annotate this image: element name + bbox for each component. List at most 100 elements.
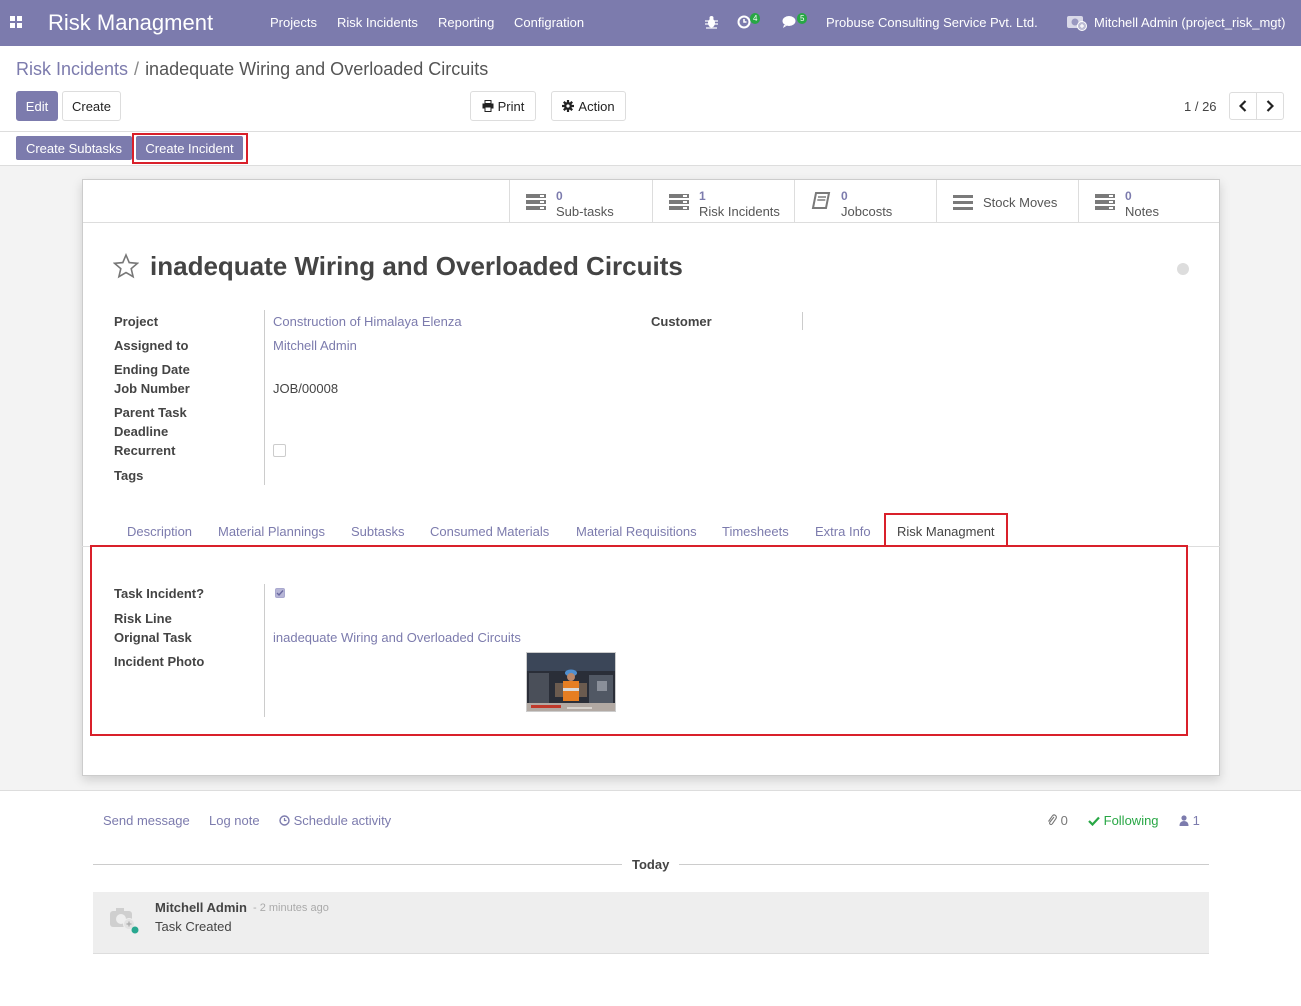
menu-risk-incidents[interactable]: Risk Incidents — [337, 15, 418, 30]
book-icon — [811, 192, 831, 209]
user-menu[interactable]: Mitchell Admin (project_risk_mgt) — [1094, 15, 1285, 30]
schedule-activity-link[interactable]: Schedule activity — [279, 813, 391, 828]
chatter-message: Mitchell Admin - 2 minutes ago Task Crea… — [93, 892, 1209, 954]
tab-subtasks[interactable]: Subtasks — [351, 524, 404, 539]
messages-badge: 5 — [797, 13, 808, 24]
send-message-link[interactable]: Send message — [103, 813, 190, 828]
author-avatar-icon — [110, 908, 139, 934]
field-label-ending-date: Ending Date — [114, 362, 190, 377]
stack-icon — [669, 194, 689, 210]
message-author[interactable]: Mitchell Admin — [155, 900, 247, 915]
highlight-risk-tab — [884, 513, 1008, 547]
menu-projects[interactable]: Projects — [270, 15, 317, 30]
smart-button-risk-incidents[interactable]: 1 Risk Incidents — [652, 180, 794, 223]
record-title: inadequate Wiring and Overloaded Circuit… — [150, 251, 683, 281]
field-label-assigned-to: Assigned to — [114, 338, 189, 353]
check-icon — [1088, 816, 1100, 827]
divider — [0, 131, 1301, 132]
following-button[interactable]: Following — [1088, 813, 1159, 828]
date-separator-line — [679, 864, 1209, 865]
highlight-create-incident — [132, 133, 248, 164]
smart-count: 0 — [841, 189, 848, 203]
activity-badge: 4 — [750, 13, 761, 24]
create-button[interactable]: Create — [62, 91, 121, 121]
breadcrumb-parent[interactable]: Risk Incidents — [16, 59, 128, 79]
pager-next-button[interactable] — [1256, 92, 1284, 120]
messages-icon[interactable] — [782, 15, 798, 29]
followers-button[interactable]: 1 — [1179, 813, 1200, 828]
message-body: Task Created — [155, 919, 232, 934]
field-job-number: JOB/00008 — [273, 381, 339, 396]
divider — [0, 790, 1301, 791]
smart-label: Sub-tasks — [556, 204, 614, 219]
field-label-tags: Tags — [114, 468, 144, 483]
smart-label: Stock Moves — [983, 195, 1058, 210]
smart-count: 0 — [1125, 189, 1132, 203]
pager-counter[interactable]: 1 / 26 — [1184, 99, 1217, 114]
stack-icon — [526, 194, 546, 210]
smart-label: Risk Incidents — [699, 204, 780, 219]
smart-count: 0 — [556, 189, 563, 203]
field-label-deadline: Deadline — [114, 424, 169, 439]
print-button[interactable]: Print — [470, 91, 536, 121]
smart-count: 1 — [699, 189, 706, 203]
action-button[interactable]: Action — [551, 91, 626, 121]
log-note-link[interactable]: Log note — [209, 813, 260, 828]
menu-reporting[interactable]: Reporting — [438, 15, 494, 30]
field-label-customer: Customer — [651, 314, 712, 329]
breadcrumb-current: inadequate Wiring and Overloaded Circuit… — [145, 59, 489, 79]
smart-buttons-row: 0 Sub-tasks 1 Risk Incidents 0 Jobcosts — [83, 180, 1219, 223]
menu-configration[interactable]: Configration — [514, 15, 584, 30]
kanban-state-dot[interactable] — [1177, 263, 1189, 275]
star-icon[interactable] — [113, 253, 139, 279]
tab-consumed-materials[interactable]: Consumed Materials — [430, 524, 549, 539]
smart-label: Notes — [1125, 204, 1159, 219]
message-time: - 2 minutes ago — [253, 902, 329, 914]
followers-number: 1 — [1192, 813, 1200, 828]
smart-button-stock-moves[interactable]: Stock Moves — [936, 180, 1078, 223]
create-subtasks-button[interactable]: Create Subtasks — [16, 136, 132, 160]
top-navbar: Risk Managment Projects Risk Incidents R… — [0, 0, 1301, 46]
field-label-project: Project — [114, 314, 159, 329]
recurrent-checkbox[interactable] — [273, 444, 286, 457]
smart-button-subtasks[interactable]: 0 Sub-tasks — [509, 180, 652, 223]
apps-menu-icon[interactable] — [10, 16, 22, 28]
clock-icon — [279, 815, 290, 826]
smart-button-jobcosts[interactable]: 0 Jobcosts — [794, 180, 936, 223]
schedule-activity-label: Schedule activity — [293, 813, 392, 828]
breadcrumb-separator: / — [134, 59, 140, 79]
activity-clock-icon[interactable] — [737, 15, 751, 29]
print-icon — [482, 100, 494, 112]
tab-description[interactable]: Description — [127, 524, 192, 539]
edit-button[interactable]: Edit — [16, 91, 58, 121]
app-title[interactable]: Risk Managment — [48, 10, 213, 36]
attachments-count[interactable]: 0 — [1047, 813, 1068, 828]
pager-previous-button[interactable] — [1229, 92, 1257, 120]
field-label-recurrent: Recurrent — [114, 443, 176, 458]
following-label: Following — [1103, 813, 1159, 828]
field-assigned-to[interactable]: Mitchell Admin — [273, 338, 357, 353]
breadcrumb: Risk Incidents / inadequate Wiring and Ove… — [16, 59, 488, 80]
user-avatar-icon — [1067, 16, 1087, 31]
bug-icon[interactable] — [705, 15, 718, 29]
action-label: Action — [578, 98, 615, 114]
bars-icon — [953, 195, 973, 210]
tab-extra-info[interactable]: Extra Info — [815, 524, 871, 539]
field-label-job-number: Job Number — [114, 381, 190, 396]
tab-material-requisitions[interactable]: Material Requisitions — [576, 524, 697, 539]
tab-material-plannings[interactable]: Material Plannings — [218, 524, 325, 539]
user-icon — [1179, 815, 1189, 826]
company-switcher[interactable]: Probuse Consulting Service Pvt. Ltd. — [826, 15, 1038, 30]
date-separator-label: Today — [632, 857, 670, 872]
gear-icon — [562, 100, 575, 112]
field-project[interactable]: Construction of Himalaya Elenza — [273, 314, 462, 329]
field-separator — [802, 312, 803, 330]
smart-label: Jobcosts — [841, 204, 893, 219]
tab-timesheets[interactable]: Timesheets — [722, 524, 789, 539]
smart-button-notes[interactable]: 0 Notes — [1078, 180, 1219, 223]
date-separator-line — [93, 864, 622, 865]
print-label: Print — [497, 98, 525, 114]
chevron-right-icon — [1266, 100, 1274, 112]
stack-icon — [1095, 194, 1115, 210]
chevron-left-icon — [1239, 100, 1247, 112]
